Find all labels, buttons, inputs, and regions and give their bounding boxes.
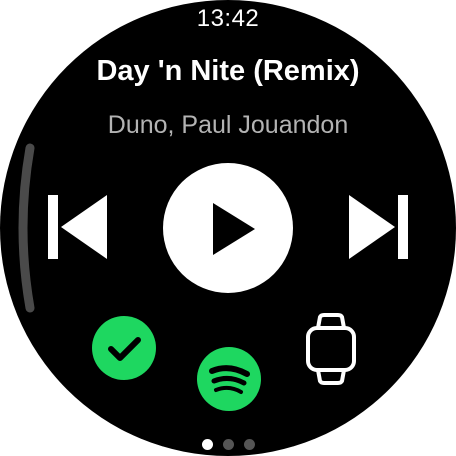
page-dot-1 [201,439,213,450]
liked-button[interactable] [92,316,156,380]
previous-button[interactable] [45,193,111,261]
volume-arc[interactable] [12,140,38,316]
page-indicator [0,439,456,450]
track-title: Day 'n Nite (Remix) [96,55,360,87]
previous-icon [48,195,107,259]
spotify-app-button[interactable] [197,347,261,411]
next-button[interactable] [345,193,411,261]
check-icon [108,337,141,361]
watch-icon [306,313,356,385]
play-icon [213,203,255,255]
track-artist: Duno, Paul Jouandon [107,111,349,139]
play-button[interactable] [163,163,293,293]
clock: 13:42 [196,5,260,32]
device-button[interactable] [302,312,360,386]
watch-screen: 13:42 Day 'n Nite (Remix) Duno, Paul Jou… [0,0,456,456]
page-dot-2 [222,439,234,450]
page-dot-3 [243,439,255,450]
spotify-icon [209,365,250,394]
next-icon [349,195,408,259]
